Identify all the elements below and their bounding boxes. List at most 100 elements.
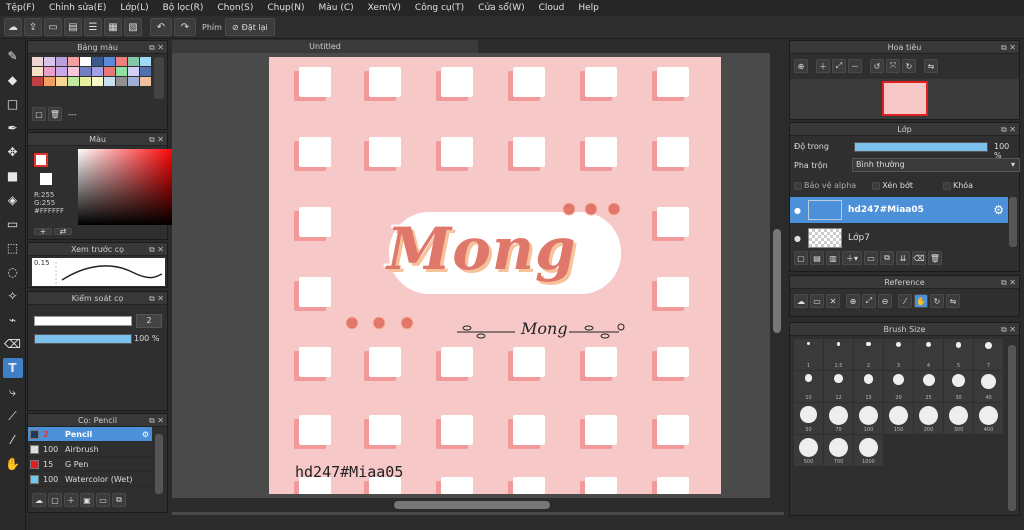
- brush-size-option[interactable]: 5: [944, 339, 973, 370]
- brush-list-item[interactable]: 15 G Pen: [28, 457, 152, 472]
- comment-icon[interactable]: ▤: [64, 18, 82, 36]
- menu-layer[interactable]: Lớp(L): [120, 3, 148, 13]
- brush-size-option[interactable]: 200: [914, 403, 943, 434]
- palette-swatch[interactable]: [44, 77, 55, 86]
- horizontal-scroll-thumb[interactable]: [394, 501, 550, 509]
- chat-icon[interactable]: ▭: [44, 18, 62, 36]
- palette-swatch[interactable]: [92, 77, 103, 86]
- menu-cloud[interactable]: Cloud: [539, 3, 565, 13]
- canvas-workspace[interactable]: Mong Mong hd247#Miaa05: [172, 53, 784, 515]
- select-pen-icon[interactable]: ⌁: [3, 310, 23, 330]
- brush-new-icon[interactable]: ▢: [48, 493, 62, 507]
- brush-list-item[interactable]: 2 Pencil ⚙: [28, 427, 152, 442]
- marquee-tool-icon[interactable]: ⬚: [3, 238, 23, 258]
- brush-cloud-icon[interactable]: ☁: [32, 493, 46, 507]
- layer-row[interactable]: ● Lớp7: [790, 225, 1008, 251]
- palette-swatch[interactable]: [140, 67, 151, 76]
- menu-filter[interactable]: Bộ lọc(R): [163, 3, 204, 13]
- delete-layer-icon[interactable]: 🗑: [928, 251, 942, 265]
- navigator-thumbnail[interactable]: [882, 81, 928, 116]
- brush-settings-gear-icon[interactable]: ⚙: [142, 430, 149, 439]
- nav-rotate-right-icon[interactable]: ↻: [902, 59, 916, 73]
- ref-cloud-icon[interactable]: ☁: [794, 294, 808, 308]
- menu-tools[interactable]: Công cụ(T): [415, 3, 464, 13]
- bucket-tool-icon[interactable]: ◈: [3, 190, 23, 210]
- layer-opacity-slider[interactable]: [854, 142, 988, 152]
- brush-add-icon[interactable]: ＋: [64, 493, 78, 507]
- operation-tool-icon[interactable]: ⤷: [3, 382, 23, 402]
- layer-scrollbar[interactable]: [1009, 197, 1017, 247]
- canvas-vertical-scrollbar[interactable]: [770, 53, 784, 498]
- ref-rotate-icon[interactable]: ↻: [930, 294, 944, 308]
- brush-size-option[interactable]: 300: [944, 403, 973, 434]
- lock-checkbox[interactable]: [942, 181, 951, 190]
- brush-list-scrollbar[interactable]: [155, 434, 163, 494]
- palette-swatch[interactable]: [104, 67, 115, 76]
- layer-row-selected[interactable]: ● hd247#Miaa05 ⚙: [790, 197, 1008, 223]
- brush-size-option[interactable]: 2: [854, 339, 883, 370]
- magic-wand-icon[interactable]: ✧: [3, 286, 23, 306]
- brush-duplicate-icon[interactable]: ⧉: [112, 493, 126, 507]
- palette-swatch[interactable]: [44, 57, 55, 66]
- menu-capture[interactable]: Chụp(N): [267, 3, 304, 13]
- gradient-tool-icon[interactable]: ▭: [3, 214, 23, 234]
- eraser-tool-icon[interactable]: ◆: [3, 70, 23, 90]
- palette-swatch[interactable]: [56, 67, 67, 76]
- palette-swatch[interactable]: [104, 77, 115, 86]
- artwork-canvas[interactable]: Mong Mong hd247#Miaa05: [269, 57, 721, 494]
- swap-color-icon[interactable]: ⇄: [54, 227, 72, 236]
- blend-select[interactable]: Bình thường ▾: [852, 158, 1020, 172]
- snap-icon[interactable]: ▧: [124, 18, 142, 36]
- ref-open-icon[interactable]: ▭: [810, 294, 824, 308]
- merge-layer-icon[interactable]: ⇊: [896, 251, 910, 265]
- menu-view[interactable]: Xem(V): [368, 3, 401, 13]
- background-color[interactable]: [40, 173, 52, 185]
- palette-swatch[interactable]: [128, 57, 139, 66]
- nav-rotate-left-icon[interactable]: ↺: [870, 59, 884, 73]
- divide-tool-icon[interactable]: ⟋: [3, 406, 23, 426]
- cloud-icon[interactable]: ☁: [4, 18, 22, 36]
- layer-settings-gear-icon[interactable]: ⚙: [993, 203, 1004, 217]
- brush-size-option[interactable]: 1: [794, 339, 823, 370]
- brush-size-option[interactable]: 1000: [854, 435, 883, 466]
- new-8bit-layer-icon[interactable]: ▤: [810, 251, 824, 265]
- clear-layer-icon[interactable]: ⌫: [912, 251, 926, 265]
- brush-list-item[interactable]: 100 Watercolor (Wet): [28, 472, 152, 487]
- fill-rect-icon[interactable]: ■: [3, 166, 23, 186]
- brush-size-option[interactable]: 7: [974, 339, 1003, 370]
- ref-flip-icon[interactable]: ⇋: [946, 294, 960, 308]
- brush-size-option[interactable]: 10: [794, 371, 823, 402]
- palette-swatch[interactable]: [140, 57, 151, 66]
- palette-swatch[interactable]: [116, 67, 127, 76]
- palette-swatch[interactable]: [140, 77, 151, 86]
- undo-icon[interactable]: ↶: [150, 18, 172, 36]
- brush-size-option[interactable]: 12: [824, 371, 853, 402]
- palette-scrollbar[interactable]: [154, 57, 164, 99]
- ref-close-icon[interactable]: ✕: [826, 294, 840, 308]
- clipping-checkbox[interactable]: [872, 181, 881, 190]
- brush-size-option[interactable]: 1.5: [824, 339, 853, 370]
- brush-size-option[interactable]: 25: [914, 371, 943, 402]
- canvas-tab[interactable]: Untitled: [172, 40, 478, 53]
- opacity-slider[interactable]: [34, 334, 132, 344]
- size-slider[interactable]: [34, 316, 132, 326]
- ref-zoom-in-icon[interactable]: ⊕: [846, 294, 860, 308]
- palette-swatch[interactable]: [32, 77, 43, 86]
- palette-swatch[interactable]: [68, 67, 79, 76]
- layout-icon[interactable]: ☰: [84, 18, 102, 36]
- navigator-view[interactable]: [790, 79, 1019, 119]
- new-swatch-icon[interactable]: ▢: [32, 107, 46, 121]
- pen-tool-icon[interactable]: ✒: [3, 118, 23, 138]
- menu-window[interactable]: Cửa sổ(W): [478, 3, 524, 13]
- palette-swatch[interactable]: [32, 57, 43, 66]
- brush-size-option[interactable]: 150: [884, 403, 913, 434]
- palette-swatch[interactable]: [80, 67, 91, 76]
- nav-fit-icon[interactable]: ⤢: [832, 59, 846, 73]
- brush-size-option[interactable]: 100: [854, 403, 883, 434]
- nav-flip-icon[interactable]: ⇋: [924, 59, 938, 73]
- palette-swatch[interactable]: [80, 77, 91, 86]
- palette-swatch[interactable]: [32, 67, 43, 76]
- rect-select-icon[interactable]: □: [3, 94, 23, 114]
- canvas-horizontal-scrollbar[interactable]: [172, 498, 784, 512]
- brush-size-option[interactable]: 70: [824, 403, 853, 434]
